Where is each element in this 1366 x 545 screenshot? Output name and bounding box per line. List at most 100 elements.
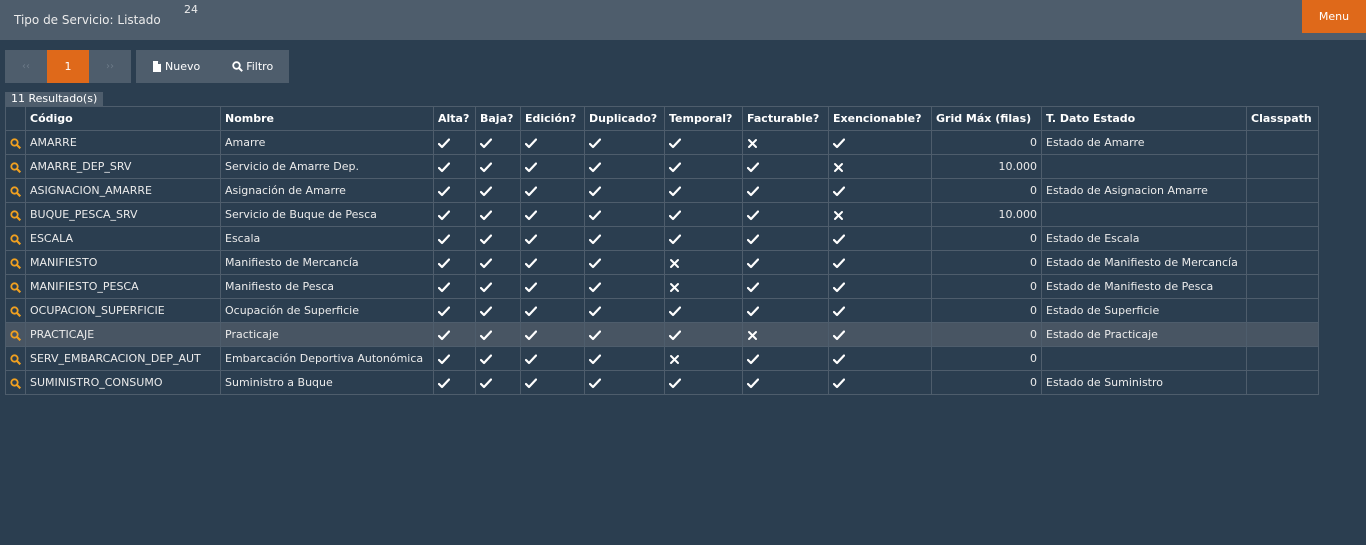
table-row[interactable]: SUMINISTRO_CONSUMO Suministro a Buque 0 Est… (5, 370, 1319, 395)
table-row[interactable]: AMARRE Amarre 0 Estado de Amarre (5, 130, 1319, 155)
cell-temporal (664, 178, 743, 203)
cell-edicion (520, 226, 585, 251)
cell-alta (433, 226, 476, 251)
cell-duplicado (584, 178, 665, 203)
check-icon (525, 185, 537, 196)
new-button-label: Nuevo (165, 60, 201, 73)
check-icon (669, 137, 681, 148)
table-row[interactable]: MANIFIESTO_PESCA Manifiesto de Pesca 0 Esta… (5, 274, 1319, 299)
column-header[interactable]: Edición? (520, 106, 585, 131)
check-icon (525, 137, 537, 148)
cell-nombre: Embarcación Deportiva Autonómica (220, 346, 434, 371)
cell-facturable (742, 250, 829, 275)
search-icon (232, 61, 244, 72)
cell-nombre: Ocupación de Superficie (220, 298, 434, 323)
check-icon (747, 161, 759, 172)
cell-alta (433, 346, 476, 371)
search-icon (10, 329, 22, 341)
table-row[interactable]: ASIGNACION_AMARRE Asignación de Amarre 0 Es… (5, 178, 1319, 203)
table-row[interactable]: BUQUE_PESCA_SRV Servicio de Buque de Pesc… (5, 202, 1319, 227)
cell-classpath (1246, 250, 1319, 275)
cell-classpath (1246, 298, 1319, 323)
current-page-button[interactable]: 1 (47, 50, 89, 83)
column-header[interactable]: Baja? (475, 106, 521, 131)
view-row-button[interactable] (5, 202, 26, 227)
cell-codigo: ESCALA (25, 226, 221, 251)
cell-temporal (664, 370, 743, 395)
cell-tipo-dato-estado: Estado de Superficie (1041, 298, 1247, 323)
cell-classpath (1246, 322, 1319, 347)
check-icon (589, 233, 601, 244)
table-row[interactable]: MANIFIESTO Manifiesto de Mercancía 0 Estado… (5, 250, 1319, 275)
column-header[interactable]: Exencionable? (828, 106, 932, 131)
menu-button[interactable]: Menu (1302, 0, 1366, 33)
view-row-button[interactable] (5, 322, 26, 347)
column-header[interactable]: Código (25, 106, 221, 131)
cell-alta (433, 322, 476, 347)
check-icon (438, 161, 450, 172)
search-icon (10, 233, 22, 245)
cell-codigo: BUQUE_PESCA_SRV (25, 202, 221, 227)
check-icon (480, 233, 492, 244)
view-row-button[interactable] (5, 370, 26, 395)
column-header[interactable]: Duplicado? (584, 106, 665, 131)
cell-codigo: AMARRE_DEP_SRV (25, 154, 221, 179)
cell-temporal (664, 226, 743, 251)
search-icon (10, 305, 22, 317)
cell-tipo-dato-estado (1041, 154, 1247, 179)
check-icon (589, 209, 601, 220)
check-icon (525, 257, 537, 268)
cell-tipo-dato-estado: Estado de Manifiesto de Mercancía (1041, 250, 1247, 275)
view-row-button[interactable] (5, 154, 26, 179)
table-row[interactable]: AMARRE_DEP_SRV Servicio de Amarre Dep. 10.… (5, 154, 1319, 179)
check-icon (669, 209, 681, 220)
table-row[interactable]: ESCALA Escala 0 Estado de Escala (5, 226, 1319, 251)
check-icon (438, 257, 450, 268)
view-row-button[interactable] (5, 226, 26, 251)
search-icon (10, 185, 22, 197)
column-header[interactable]: Grid Máx (filas) (931, 106, 1042, 131)
view-row-button[interactable] (5, 130, 26, 155)
prev-page-button[interactable]: ‹‹ (5, 50, 47, 83)
check-icon (833, 329, 845, 340)
view-row-button[interactable] (5, 274, 26, 299)
check-icon (589, 305, 601, 316)
view-row-button[interactable] (5, 178, 26, 203)
cell-exencionable (828, 178, 932, 203)
services-table: Código Nombre Alta? Baja? Edición? Dupli… (5, 106, 1319, 395)
view-row-button[interactable] (5, 250, 26, 275)
check-icon (589, 377, 601, 388)
check-icon (480, 329, 492, 340)
cell-tipo-dato-estado: Estado de Manifiesto de Pesca (1041, 274, 1247, 299)
cell-facturable (742, 370, 829, 395)
new-button[interactable]: Nuevo (136, 50, 216, 83)
filter-button[interactable]: Filtro (216, 50, 289, 83)
search-icon (10, 377, 22, 389)
column-header[interactable]: Nombre (220, 106, 434, 131)
column-header[interactable]: Classpath (1246, 106, 1319, 131)
check-icon (438, 329, 450, 340)
top-bar: Tipo de Servicio: Listado 24 Menu (0, 0, 1366, 40)
cell-classpath (1246, 202, 1319, 227)
view-row-button[interactable] (5, 298, 26, 323)
cell-baja (475, 370, 521, 395)
table-row[interactable]: OCUPACION_SUPERFICIE Ocupación de Superfi… (5, 298, 1319, 323)
check-icon (833, 353, 845, 364)
cell-facturable (742, 274, 829, 299)
cell-exencionable (828, 322, 932, 347)
cell-duplicado (584, 226, 665, 251)
column-header[interactable]: T. Dato Estado (1041, 106, 1247, 131)
check-icon (589, 185, 601, 196)
cell-codigo: MANIFIESTO (25, 250, 221, 275)
column-header[interactable]: Temporal? (664, 106, 743, 131)
cell-codigo: ASIGNACION_AMARRE (25, 178, 221, 203)
check-icon (480, 257, 492, 268)
next-page-button[interactable]: ›› (89, 50, 131, 83)
table-row[interactable]: SERV_EMBARCACION_DEP_AUT Embarcación Depo… (5, 346, 1319, 371)
table-row[interactable]: PRACTICAJE Practicaje 0 Estado de Practicaj… (5, 322, 1319, 347)
cell-alta (433, 274, 476, 299)
check-icon (438, 233, 450, 244)
view-row-button[interactable] (5, 346, 26, 371)
column-header[interactable]: Alta? (433, 106, 476, 131)
column-header[interactable]: Facturable? (742, 106, 829, 131)
